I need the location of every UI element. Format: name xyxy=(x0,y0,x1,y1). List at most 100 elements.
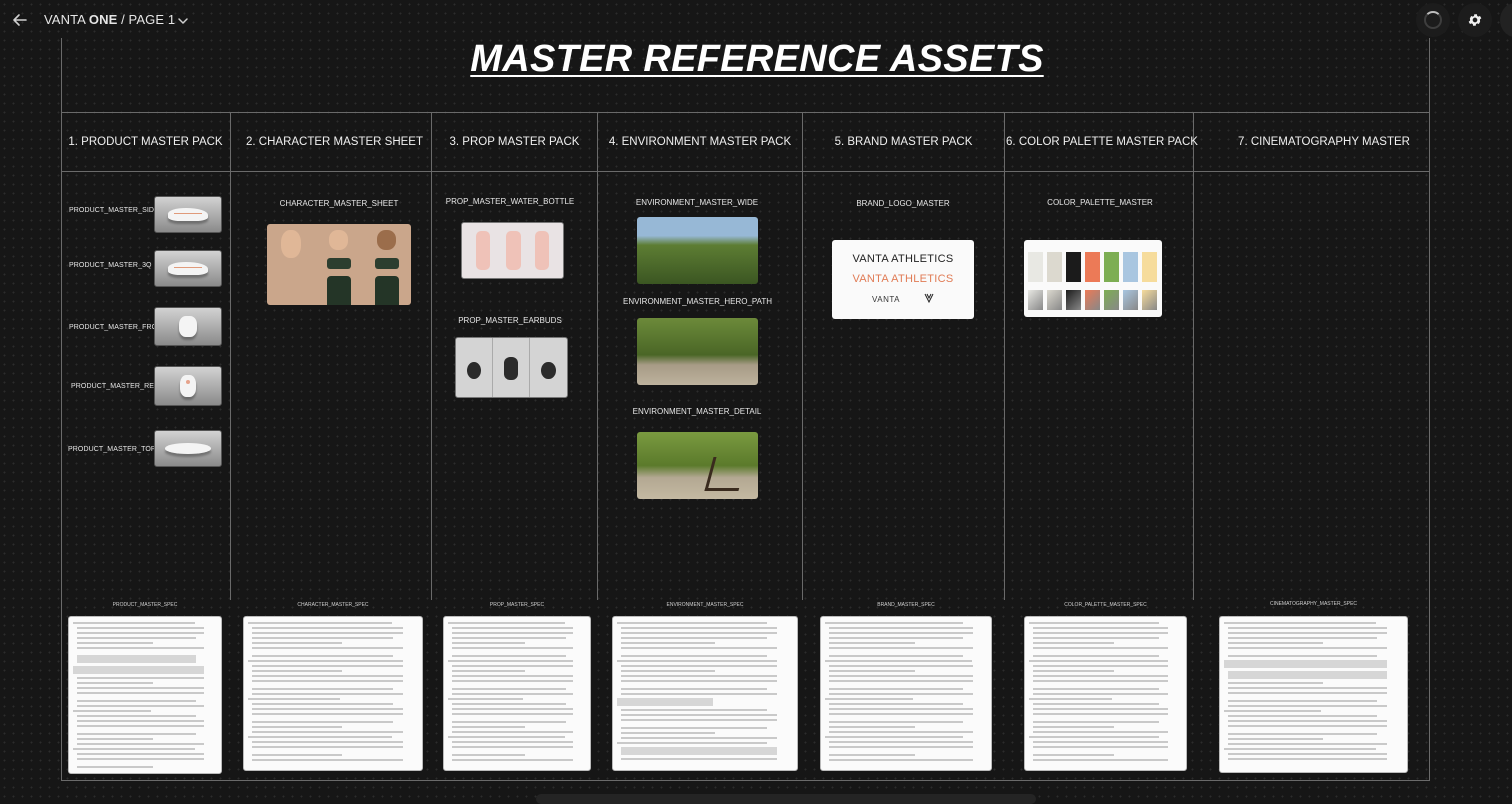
doc-text-line xyxy=(77,766,153,768)
doc-text-line xyxy=(1033,746,1168,748)
doc-text-line xyxy=(77,733,196,735)
doc-text-line xyxy=(252,655,393,657)
doc-text-line xyxy=(452,688,566,690)
doc-text-line xyxy=(621,747,777,755)
doc-text-line xyxy=(1228,715,1377,717)
brand-logo-image[interactable]: VANTA ATHLETICS VANTA ATHLETICS VANTA xyxy=(832,240,974,319)
spec-doc-character[interactable] xyxy=(243,616,423,771)
doc-text-line xyxy=(829,637,963,639)
env-detail-image[interactable] xyxy=(637,432,758,499)
doc-text-line xyxy=(1228,671,1387,679)
doc-text-line xyxy=(1033,721,1159,723)
spec-doc-prop[interactable] xyxy=(443,616,591,771)
doc-text-line xyxy=(1228,743,1387,745)
doc-text-line xyxy=(448,698,523,700)
doc-text-line xyxy=(252,627,403,629)
board-title: MASTER REFERENCE ASSETS xyxy=(470,38,1044,80)
spec-label-cinematography: CINEMATOGRAPHY_MASTER_SPEC xyxy=(1269,601,1358,607)
spec-doc-cinematography[interactable] xyxy=(1219,616,1408,773)
doc-text-line xyxy=(252,731,403,733)
doc-text-line xyxy=(77,647,204,649)
doc-text-line xyxy=(252,741,403,743)
doc-text-line xyxy=(825,736,963,738)
texture-swatch xyxy=(1028,290,1043,310)
doc-text-line xyxy=(829,759,973,761)
spec-doc-environment[interactable] xyxy=(612,616,798,771)
doc-text-line xyxy=(1228,753,1387,755)
color-swatch xyxy=(1142,252,1157,282)
column-header-environment: 4. ENVIRONMENT MASTER PACK xyxy=(608,136,792,148)
product-side-image[interactable] xyxy=(154,196,222,233)
doc-text-line xyxy=(829,713,973,715)
back-arrow-icon[interactable] xyxy=(10,10,30,30)
doc-text-line xyxy=(829,731,973,733)
doc-text-line xyxy=(829,693,973,695)
doc-text-line xyxy=(829,647,973,649)
doc-text-line xyxy=(621,665,777,667)
character-sheet-image[interactable] xyxy=(267,224,411,305)
breadcrumb[interactable]: VANTA ONE / PAGE 1 xyxy=(44,12,175,27)
spec-label-prop: PROP_MASTER_SPEC xyxy=(489,602,545,608)
color-swatch xyxy=(1047,252,1062,282)
doc-text-line xyxy=(77,637,196,639)
doc-text-line xyxy=(1033,693,1168,695)
doc-text-line xyxy=(825,660,972,662)
product-top-image[interactable] xyxy=(154,430,222,467)
doc-text-line xyxy=(825,698,913,700)
doc-text-line xyxy=(829,726,915,728)
doc-text-line xyxy=(621,655,767,657)
doc-text-line xyxy=(1033,741,1168,743)
doc-text-line xyxy=(252,721,393,723)
spec-doc-product[interactable] xyxy=(68,616,222,774)
doc-text-line xyxy=(825,622,963,624)
doc-text-line xyxy=(1033,632,1168,634)
doc-text-line xyxy=(73,622,195,624)
prop-earbuds-image[interactable] xyxy=(455,337,568,398)
spec-doc-color-palette[interactable] xyxy=(1024,616,1187,771)
column-divider xyxy=(431,112,432,600)
avatar[interactable] xyxy=(1500,3,1512,37)
product-side-label: PRODUCT_MASTER_SIDE xyxy=(69,207,159,214)
settings-button[interactable] xyxy=(1458,3,1492,37)
doc-text-line xyxy=(1033,642,1114,644)
prop-bottle-label: PROP_MASTER_WATER_BOTTLE xyxy=(445,197,575,206)
bottom-toolbar[interactable] xyxy=(536,794,1036,804)
doc-text-line xyxy=(1033,688,1159,690)
doc-text-line xyxy=(1029,736,1159,738)
prop-bottle-image[interactable] xyxy=(461,222,564,279)
product-front-image[interactable] xyxy=(154,307,222,346)
doc-text-line xyxy=(77,655,196,663)
column-header-cinematography: 7. CINEMATOGRAPHY MASTER xyxy=(1238,136,1410,148)
doc-text-line xyxy=(1033,665,1168,667)
doc-text-line xyxy=(621,632,777,634)
doc-text-line xyxy=(252,670,342,672)
doc-text-line xyxy=(77,758,204,760)
product-3q-image[interactable] xyxy=(154,250,222,287)
spec-label-color-palette: COLOR_PALETTE_MASTER_SPEC xyxy=(1064,602,1147,608)
product-rear-image[interactable] xyxy=(154,366,222,406)
doc-text-line xyxy=(77,715,196,717)
doc-text-line xyxy=(452,754,525,756)
doc-text-line xyxy=(1033,754,1114,756)
doc-text-line xyxy=(1033,627,1168,629)
doc-text-line xyxy=(829,632,973,634)
top-bar: VANTA ONE / PAGE 1 xyxy=(0,0,1512,40)
env-hero-path-image[interactable] xyxy=(637,318,758,385)
doc-text-line xyxy=(621,675,777,677)
doc-text-line xyxy=(248,698,340,700)
color-palette-image[interactable] xyxy=(1024,240,1162,317)
doc-text-line xyxy=(1033,708,1168,710)
doc-text-line xyxy=(452,670,525,672)
env-wide-image[interactable] xyxy=(637,217,758,284)
doc-text-line xyxy=(252,688,393,690)
doc-text-line xyxy=(452,708,573,710)
doc-text-line xyxy=(248,622,392,624)
doc-text-line xyxy=(829,721,963,723)
chevron-down-icon[interactable] xyxy=(176,14,190,28)
spec-doc-brand[interactable] xyxy=(820,616,992,771)
doc-text-line xyxy=(452,665,573,667)
doc-text-line xyxy=(452,759,573,761)
doc-text-line xyxy=(77,642,153,644)
vanta-logo-icon xyxy=(924,293,934,303)
doc-text-line xyxy=(1228,725,1387,727)
